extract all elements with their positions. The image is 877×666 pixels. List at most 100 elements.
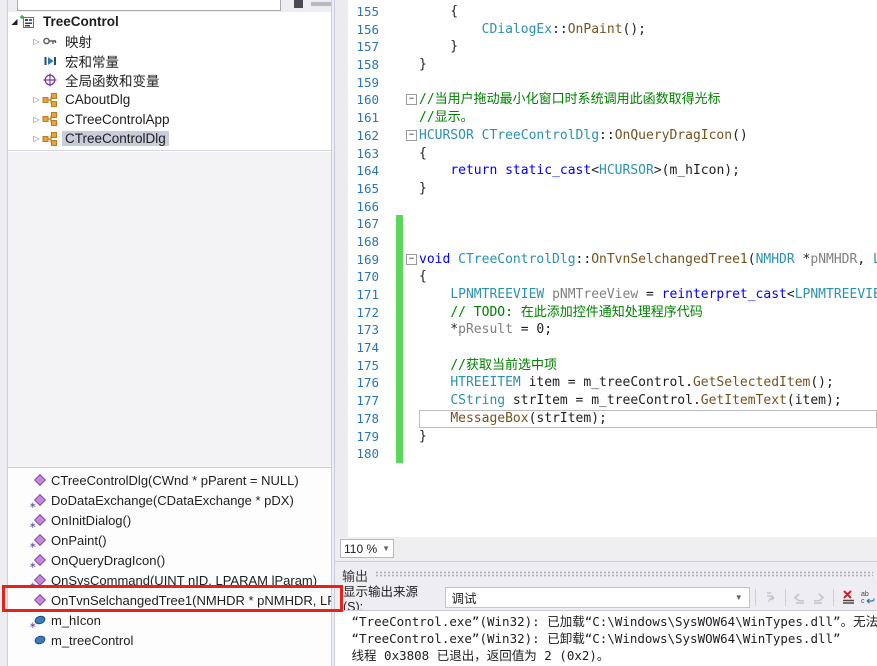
code-text[interactable]: CDialogEx::OnPaint(); <box>419 21 877 39</box>
fold-toggle-icon[interactable]: − <box>406 94 417 106</box>
code-line[interactable]: 164 return static_cast<HCURSOR>(m_hIcon)… <box>335 162 877 180</box>
code-text[interactable]: } <box>419 180 877 198</box>
panel-drag-grip[interactable] <box>375 571 873 577</box>
goto-source-icon[interactable] <box>761 588 780 607</box>
fold-toggle-icon[interactable] <box>406 357 417 375</box>
code-text[interactable] <box>419 215 877 233</box>
output-source-select[interactable]: 调试 ▼ <box>444 586 750 608</box>
fold-toggle-icon[interactable] <box>406 392 417 410</box>
code-text[interactable]: } <box>419 56 877 74</box>
code-line[interactable]: 180 <box>335 445 877 463</box>
code-text[interactable]: { <box>419 145 877 163</box>
code-text[interactable] <box>419 74 877 92</box>
fold-toggle-icon[interactable] <box>406 304 417 322</box>
code-line[interactable]: 161 //显示。 <box>335 109 877 127</box>
fold-toggle-icon[interactable] <box>406 233 417 251</box>
member-item[interactable]: m_treeControl <box>8 630 331 650</box>
code-line[interactable]: 177 CString strItem = m_treeControl.GetI… <box>335 392 877 410</box>
next-message-icon[interactable] <box>809 588 828 607</box>
code-text[interactable]: void CTreeControlDlg::OnTvnSelchangedTre… <box>419 251 877 269</box>
code-line[interactable]: 175 //获取当前选中项 <box>335 356 877 375</box>
code-line[interactable]: 156 CDialogEx::OnPaint(); <box>335 21 877 39</box>
fold-toggle-icon[interactable] <box>406 286 417 304</box>
class-view-search-input[interactable] <box>17 0 281 11</box>
code-text[interactable] <box>419 198 877 216</box>
code-text[interactable]: } <box>419 38 877 56</box>
word-wrap-icon[interactable]: ab c <box>858 588 877 607</box>
fold-toggle-icon[interactable] <box>406 410 417 428</box>
code-text[interactable]: // TODO: 在此添加控件通知处理程序代码 <box>419 304 877 322</box>
tree-item[interactable]: 宏和常量 <box>8 51 331 71</box>
fold-toggle-icon[interactable] <box>406 21 417 39</box>
tree-item[interactable]: ▷ CAboutDlg <box>8 90 331 110</box>
code-line[interactable]: 159 <box>335 74 877 92</box>
output-text-area[interactable]: “TreeControl.exe”(Win32): 已加载“C:\Windows… <box>335 610 877 666</box>
clear-all-icon[interactable] <box>839 588 858 607</box>
fold-toggle-icon[interactable] <box>406 3 417 21</box>
code-line[interactable]: 169 − void CTreeControlDlg::OnTvnSelchan… <box>335 250 877 269</box>
code-line[interactable]: 162 − HCURSOR CTreeControlDlg::OnQueryDr… <box>335 127 877 145</box>
fold-toggle-icon[interactable] <box>406 321 417 339</box>
fold-toggle-icon[interactable] <box>406 198 417 216</box>
code-line[interactable]: 173 *pResult = 0; <box>335 321 877 340</box>
editor-zoom-select[interactable]: 110 % ▼ <box>340 539 394 558</box>
code-line[interactable]: 176 HTREEITEM item = m_treeControl.GetSe… <box>335 374 877 393</box>
code-line[interactable]: 166 <box>335 198 877 216</box>
code-line[interactable]: 167 <box>335 215 877 233</box>
member-item[interactable]: ∗ OnInitDialog() <box>8 510 331 531</box>
code-line[interactable]: 165 } <box>335 180 877 198</box>
member-item[interactable]: ∗ OnQueryDragIcon() <box>8 550 331 571</box>
member-item[interactable]: ∗ m_hIcon <box>8 610 331 631</box>
cropped-menu-icon[interactable] <box>311 2 331 6</box>
tree-item[interactable]: 全局函数和变量 <box>8 71 331 91</box>
fold-toggle-icon[interactable] <box>406 74 417 92</box>
code-line[interactable]: 172 // TODO: 在此添加控件通知处理程序代码 <box>335 303 877 322</box>
code-line[interactable]: 179 } <box>335 427 877 446</box>
code-line[interactable]: 171 LPNMTREEVIEW pNMTreeView = reinterpr… <box>335 286 877 304</box>
member-item[interactable]: OnTvnSelchangedTree1(NMHDR * pNMHDR, LRI <box>8 590 331 610</box>
code-text[interactable]: } <box>419 428 877 446</box>
fold-toggle-icon[interactable]: − <box>406 253 417 265</box>
code-line[interactable]: 178 MessageBox(strItem); <box>335 409 877 428</box>
code-text[interactable]: LPNMTREEVIEW pNMTreeView = reinterpret_c… <box>419 286 877 304</box>
expander-icon[interactable]: ▷ <box>31 115 42 124</box>
fold-toggle-icon[interactable] <box>406 215 417 233</box>
tree-item[interactable]: ◢ TreeControl <box>8 12 331 32</box>
code-line[interactable]: 155 { <box>335 3 877 21</box>
fold-toggle-icon[interactable] <box>406 38 417 56</box>
cropped-search-icon[interactable] <box>294 0 303 8</box>
member-item[interactable]: ∗ OnPaint() <box>8 530 331 551</box>
code-line[interactable]: 157 } <box>335 38 877 56</box>
code-text[interactable]: HCURSOR CTreeControlDlg::OnQueryDragIcon… <box>419 127 877 145</box>
prev-message-icon[interactable] <box>791 588 810 607</box>
code-editor[interactable]: 155 { 156 CDialogEx::OnPaint(); 157 } 15… <box>334 0 877 537</box>
code-line[interactable]: 168 <box>335 232 877 251</box>
code-text[interactable]: HTREEITEM item = m_treeControl.GetSelect… <box>419 374 877 392</box>
fold-toggle-icon[interactable] <box>406 428 417 446</box>
fold-toggle-icon[interactable]: − <box>406 129 417 141</box>
code-text[interactable]: { <box>419 3 877 21</box>
tree-item[interactable]: ▷ 映射 <box>8 32 331 52</box>
code-text[interactable]: *pResult = 0; <box>419 321 877 339</box>
fold-toggle-icon[interactable] <box>406 180 417 198</box>
code-text[interactable]: MessageBox(strItem); <box>419 410 877 428</box>
expander-icon[interactable]: ▷ <box>31 37 42 46</box>
code-text[interactable] <box>419 445 877 463</box>
code-text[interactable]: //当用户拖动最小化窗口时系统调用此函数取得光标 <box>419 91 877 109</box>
fold-toggle-icon[interactable] <box>406 56 417 74</box>
code-text[interactable]: //获取当前选中项 <box>419 357 877 375</box>
expander-icon[interactable]: ▷ <box>31 134 42 143</box>
code-line[interactable]: 160 − //当用户拖动最小化窗口时系统调用此函数取得光标 <box>335 91 877 109</box>
member-item[interactable]: ∗ DoDataExchange(CDataExchange * pDX) <box>8 490 331 511</box>
fold-toggle-icon[interactable] <box>406 109 417 127</box>
fold-toggle-icon[interactable] <box>406 339 417 357</box>
code-text[interactable]: CString strItem = m_treeControl.GetItemT… <box>419 392 877 410</box>
expander-icon[interactable]: ▷ <box>31 95 42 104</box>
code-line[interactable]: 174 <box>335 339 877 357</box>
code-text[interactable]: { <box>419 268 877 286</box>
code-text[interactable] <box>419 339 877 357</box>
member-item[interactable]: ∗ OnSysCommand(UINT nID, LPARAM lParam) <box>8 570 331 591</box>
fold-toggle-icon[interactable] <box>406 445 417 463</box>
member-item[interactable]: CTreeControlDlg(CWnd * pParent = NULL) <box>8 470 331 490</box>
code-text[interactable]: return static_cast<HCURSOR>(m_hIcon); <box>419 162 877 180</box>
